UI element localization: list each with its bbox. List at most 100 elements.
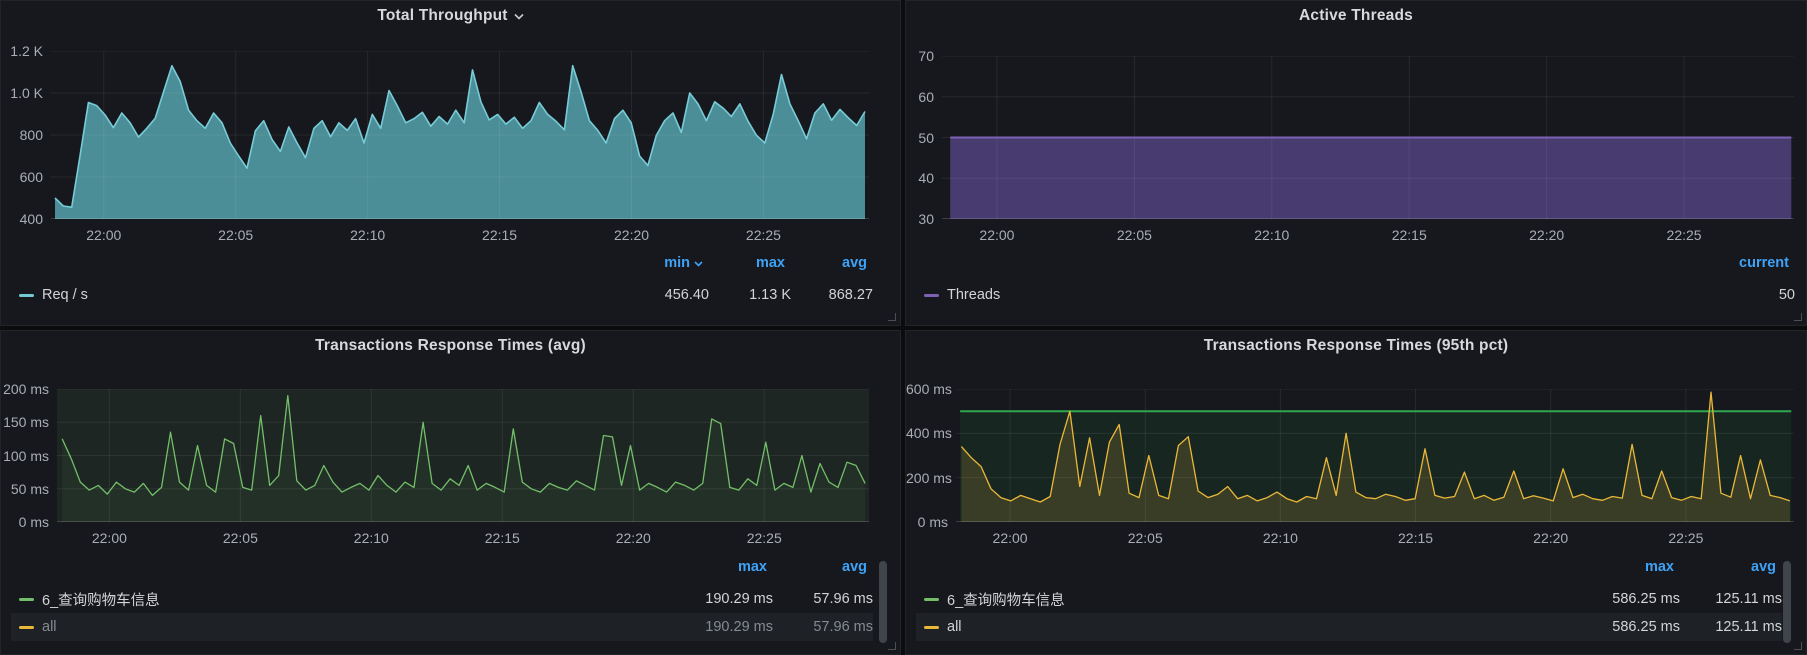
panel-title-text: Total Throughput (377, 7, 507, 24)
legend-scrollbar[interactable] (879, 561, 887, 643)
y-tick-label: 30 (906, 211, 934, 227)
chart-canvas (956, 389, 1794, 522)
panel-response-times-avg: Transactions Response Times (avg) 0 ms 50… (0, 330, 901, 655)
legend-stat-value: 1.13 K (709, 287, 791, 303)
x-tick-label: 22:25 (746, 227, 781, 243)
legend-row[interactable]: all190.29 ms57.96 ms (11, 613, 873, 641)
plot-area[interactable] (57, 389, 869, 522)
series-name[interactable]: all (947, 619, 962, 635)
y-tick-label: 1.2 K (1, 43, 43, 59)
y-tick-label: 200 ms (1, 381, 49, 397)
legend-column-header-min[interactable]: min (621, 255, 703, 271)
panel-title[interactable]: Transactions Response Times (avg) (1, 337, 900, 355)
legend-header: max avg (922, 559, 1776, 575)
panel-title-text: Transactions Response Times (95th pct) (1204, 337, 1508, 354)
legend-column-label: avg (842, 559, 867, 575)
series-color-dash-icon (19, 598, 34, 601)
series-name[interactable]: all (42, 619, 57, 635)
panel-resize-handle[interactable] (1794, 642, 1802, 650)
y-tick-label: 50 ms (1, 481, 49, 497)
y-tick-label: 150 ms (1, 414, 49, 430)
x-tick-label: 22:00 (993, 530, 1028, 546)
legend-stat-value: 190.29 ms (673, 619, 773, 635)
sort-chevron-down-icon (694, 255, 703, 271)
y-tick-label: 70 (906, 48, 934, 64)
x-tick-label: 22:25 (1667, 227, 1702, 243)
x-tick-label: 22:00 (86, 227, 121, 243)
panel-title[interactable]: Transactions Response Times (95th pct) (906, 337, 1806, 355)
y-tick-label: 100 ms (1, 448, 49, 464)
legend-row[interactable]: Req / s456.401.13 K868.27 (11, 281, 873, 309)
legend-column-header-avg[interactable]: avg (1674, 559, 1776, 575)
legend-header: min maxavg (17, 255, 867, 271)
panel-title[interactable]: Active Threads (906, 7, 1806, 25)
y-tick-label: 200 ms (906, 470, 948, 486)
series-name[interactable]: Req / s (42, 287, 88, 303)
legend-stat-value: 125.11 ms (1680, 591, 1782, 607)
legend-column-label: min (664, 255, 690, 271)
series-color-dash-icon (19, 294, 34, 297)
legend-column-header-max[interactable]: max (1572, 559, 1674, 575)
plot-area[interactable] (956, 389, 1794, 522)
plot-area[interactable] (51, 51, 869, 219)
legend-row[interactable]: Threads 50 (916, 281, 1795, 309)
series-color-dash-icon (19, 626, 34, 629)
legend-column-header-avg[interactable]: avg (785, 255, 867, 271)
y-tick-label: 50 (906, 130, 934, 146)
legend-column-header-current[interactable]: current (1707, 255, 1789, 271)
legend-column-label: current (1739, 255, 1789, 271)
legend-column-header-max[interactable]: max (667, 559, 767, 575)
legend-row[interactable]: 6_查询购物车信息 190.29 ms57.96 ms (11, 585, 873, 613)
x-tick-label: 22:05 (1128, 530, 1163, 546)
series-name[interactable]: Threads (947, 287, 1000, 303)
x-tick-label: 22:05 (223, 530, 258, 546)
x-tick-label: 22:05 (1117, 227, 1152, 243)
panel-title-text: Active Threads (1299, 7, 1413, 24)
y-tick-label: 60 (906, 89, 934, 105)
panel-title-text: Transactions Response Times (avg) (315, 337, 586, 354)
panel-resize-handle[interactable] (1794, 313, 1802, 321)
x-tick-label: 22:25 (1668, 530, 1703, 546)
legend-column-header-max[interactable]: max (703, 255, 785, 271)
chart-canvas (57, 389, 869, 522)
x-tick-label: 22:05 (218, 227, 253, 243)
x-tick-label: 22:20 (1533, 530, 1568, 546)
y-tick-label: 400 ms (906, 425, 948, 441)
x-tick-label: 22:00 (979, 227, 1014, 243)
legend-column-header-avg[interactable]: avg (767, 559, 867, 575)
legend-header: max avg (17, 559, 867, 575)
chart-canvas (51, 51, 869, 219)
grafana-dashboard: Total Throughput 4006008001.0 K1.2 K22:0… (0, 0, 1807, 655)
y-tick-label: 0 ms (1, 514, 49, 530)
series-color-dash-icon (924, 598, 939, 601)
x-tick-label: 22:20 (614, 227, 649, 243)
y-tick-label: 1.0 K (1, 85, 43, 101)
legend-stat-value: 57.96 ms (773, 591, 873, 607)
legend-column-label: avg (1751, 559, 1776, 575)
x-tick-label: 22:15 (1392, 227, 1427, 243)
series-name[interactable]: 6_查询购物车信息 (947, 589, 1065, 610)
legend-scrollbar[interactable] (1783, 561, 1791, 643)
plot-area[interactable] (942, 56, 1794, 219)
legend-row[interactable]: 6_查询购物车信息 586.25 ms125.11 ms (916, 585, 1782, 613)
y-tick-label: 0 ms (906, 514, 948, 530)
panel-resize-handle[interactable] (888, 313, 896, 321)
legend-stat-value: 50 (1713, 287, 1795, 303)
y-tick-label: 40 (906, 170, 934, 186)
panel-resize-handle[interactable] (888, 642, 896, 650)
x-tick-label: 22:10 (354, 530, 389, 546)
legend-stat-value: 190.29 ms (673, 591, 773, 607)
legend-stat-value: 586.25 ms (1578, 591, 1680, 607)
panel-title[interactable]: Total Throughput (1, 7, 900, 25)
panel-total-throughput: Total Throughput 4006008001.0 K1.2 K22:0… (0, 0, 901, 326)
legend-header: current (922, 255, 1789, 271)
legend-row[interactable]: all586.25 ms125.11 ms (916, 613, 1782, 641)
legend-column-label: max (738, 559, 767, 575)
chevron-down-icon (514, 7, 524, 25)
series-area (55, 66, 865, 219)
legend-stat-value: 125.11 ms (1680, 619, 1782, 635)
series-name[interactable]: 6_查询购物车信息 (42, 589, 160, 610)
x-tick-label: 22:15 (482, 227, 517, 243)
legend-column-label: max (756, 255, 785, 271)
series-area (62, 396, 865, 522)
